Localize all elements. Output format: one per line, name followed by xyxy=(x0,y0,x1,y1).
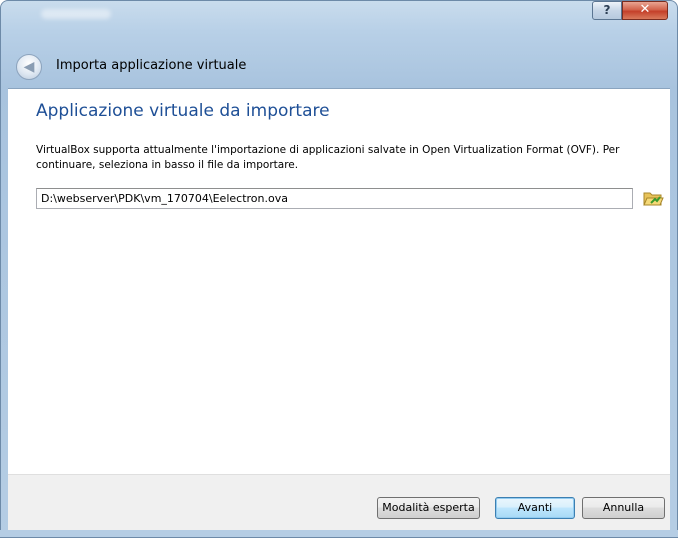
window-frame-right xyxy=(670,88,678,538)
back-arrow-icon[interactable]: ◀ xyxy=(16,54,42,80)
wizard-title: Importa applicazione virtuale xyxy=(56,58,247,73)
close-button[interactable]: ✕ xyxy=(622,1,668,20)
button-bar: Modalità esperta Avanti Annulla xyxy=(8,474,670,530)
import-wizard-window: ? ✕ ◀ Importa applicazione virtuale Appl… xyxy=(0,0,678,538)
page-description: VirtualBox supporta attualmente l'import… xyxy=(36,144,620,171)
file-path-input[interactable] xyxy=(36,188,633,209)
cancel-button[interactable]: Annulla xyxy=(582,497,665,519)
next-button[interactable]: Avanti xyxy=(495,497,575,519)
blurred-window-title xyxy=(41,9,111,19)
expert-mode-button[interactable]: Modalità esperta xyxy=(377,497,480,519)
window-title-bar xyxy=(0,0,678,88)
help-button[interactable]: ? xyxy=(592,1,622,20)
open-folder-icon[interactable] xyxy=(642,188,664,208)
wizard-page: Applicazione virtuale da importare Virtu… xyxy=(8,88,670,474)
window-frame-bottom xyxy=(0,530,678,538)
page-heading: Applicazione virtuale da importare xyxy=(36,101,330,121)
window-frame-left xyxy=(0,88,8,538)
